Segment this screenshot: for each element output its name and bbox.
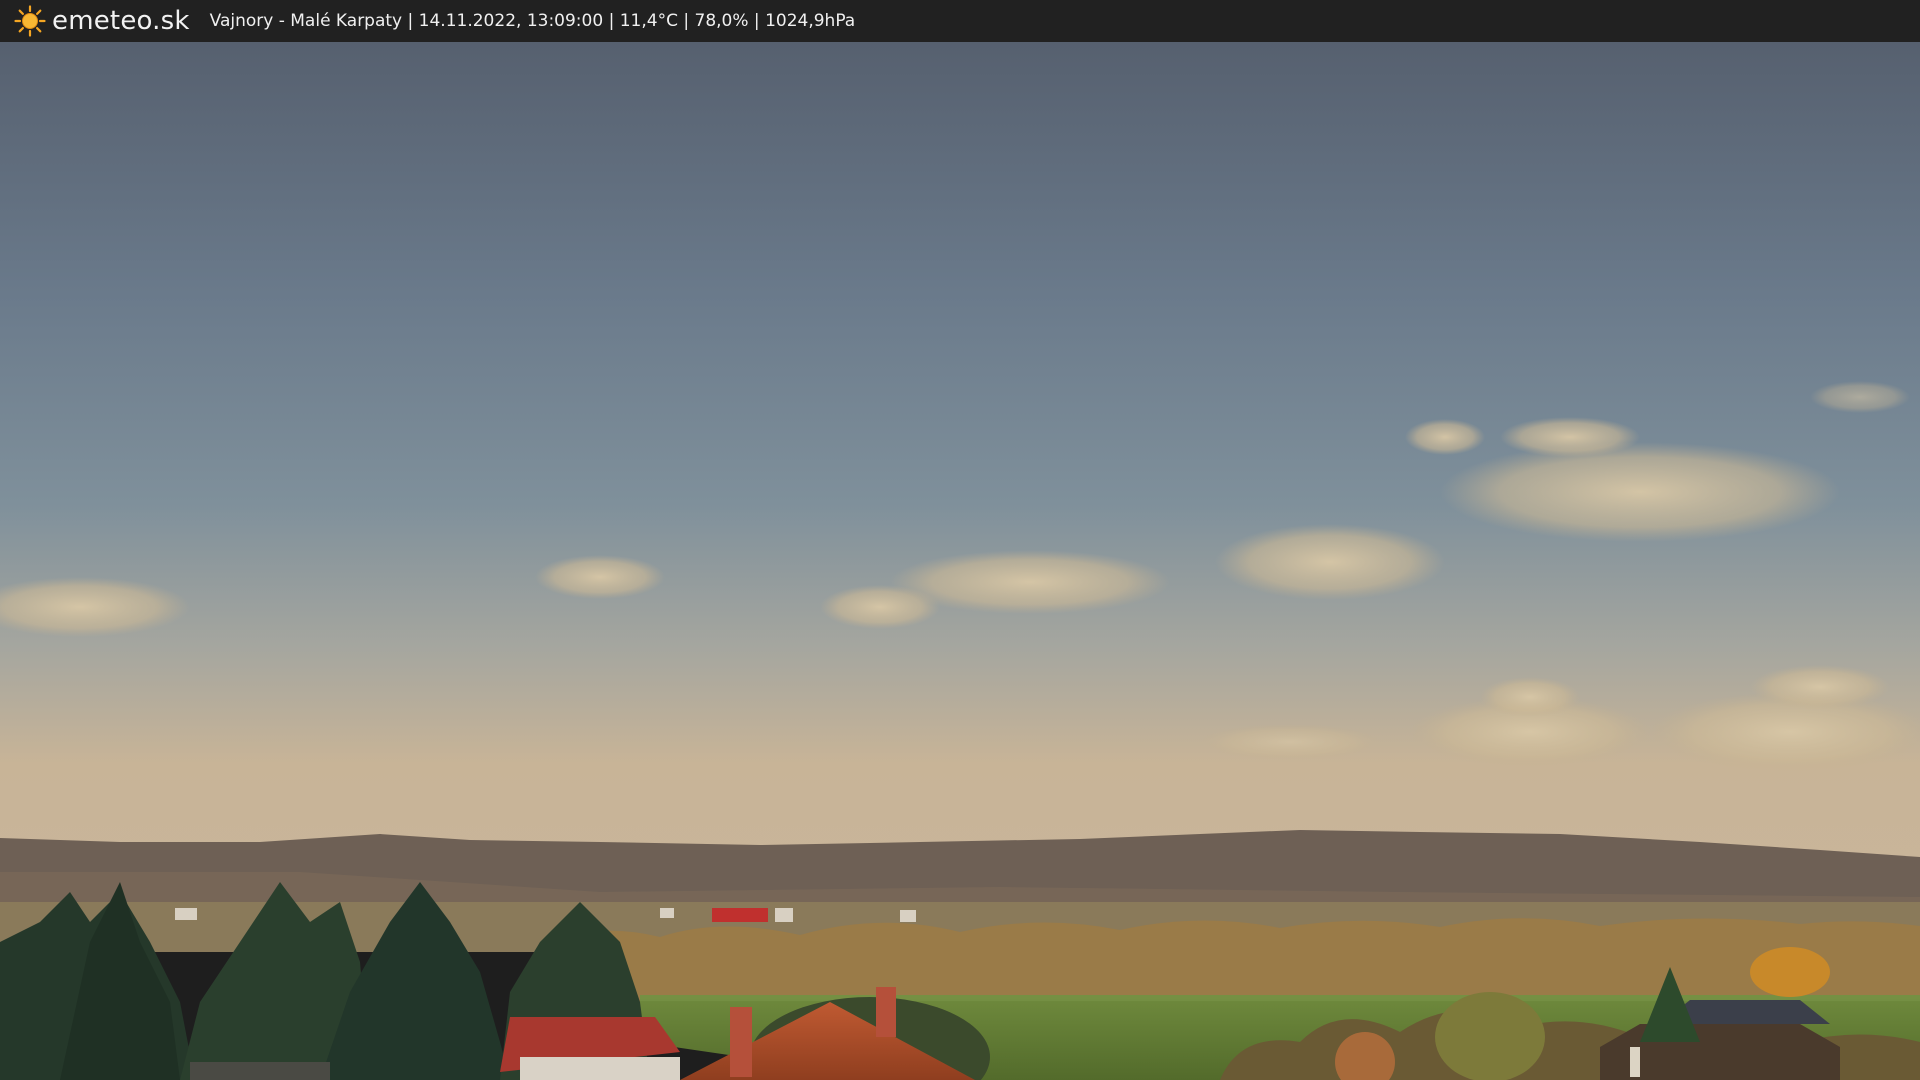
temperature-label: 11,4°C [619, 11, 678, 31]
webcam-image [0, 42, 1920, 1080]
pressure-label: 1024,9hPa [765, 11, 856, 31]
datetime-label: 14.11.2022, 13:09:00 [418, 11, 604, 31]
separator: | [407, 11, 414, 31]
brand-logo[interactable]: emeteo.sk [14, 0, 190, 42]
location-label: Vajnory - Malé Karpaty [209, 11, 403, 31]
webcam-frame: emeteo.sk Vajnory - Malé Karpaty | 14.11… [0, 0, 1920, 1080]
separator: | [683, 11, 690, 31]
brand-name: emeteo.sk [52, 6, 190, 36]
header-bar: emeteo.sk Vajnory - Malé Karpaty | 14.11… [0, 0, 1920, 42]
sun-icon [14, 5, 46, 37]
humidity-label: 78,0% [694, 11, 749, 31]
separator: | [608, 11, 615, 31]
weather-info: Vajnory - Malé Karpaty | 14.11.2022, 13:… [210, 11, 856, 31]
separator: | [753, 11, 760, 31]
